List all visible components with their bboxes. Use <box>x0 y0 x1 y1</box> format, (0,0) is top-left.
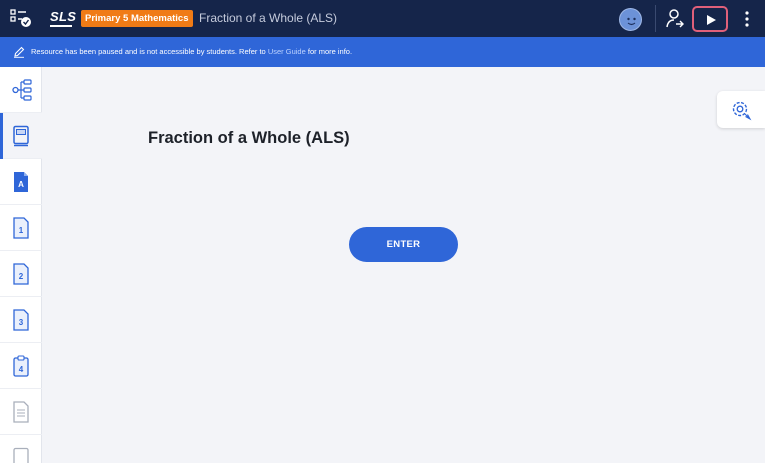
clipboard-4-icon: 4 <box>13 355 29 377</box>
tree-structure-icon <box>12 79 32 101</box>
pencil-icon <box>14 46 25 58</box>
logo-underline <box>50 25 72 27</box>
book-icon <box>13 125 29 147</box>
notice-text-before: Resource has been paused and is not acce… <box>31 47 266 56</box>
sidebar-item-cover[interactable] <box>0 113 42 159</box>
menu-checklist-icon[interactable] <box>10 8 32 28</box>
left-sidebar: A 1 2 3 4 <box>0 67 42 463</box>
sidebar-item-quiz-4[interactable]: 4 <box>0 343 42 389</box>
doc-lines-icon <box>13 401 29 423</box>
sidebar-item-resource[interactable] <box>0 389 42 435</box>
enter-button[interactable]: ENTER <box>349 227 458 262</box>
user-guide-link[interactable]: User Guide <box>268 47 306 56</box>
settings-floating-button[interactable] <box>717 91 765 128</box>
doc-3-icon: 3 <box>13 309 29 331</box>
user-avatar[interactable] <box>619 8 642 31</box>
share-user-icon[interactable] <box>663 7 685 29</box>
sidebar-item-activity-3[interactable]: 3 <box>0 297 42 343</box>
svg-text:4: 4 <box>19 365 24 374</box>
more-vertical-icon[interactable] <box>741 9 753 29</box>
svg-text:3: 3 <box>19 318 24 327</box>
lesson-title: Fraction of a Whole (ALS) <box>199 11 338 25</box>
svg-text:2: 2 <box>19 272 24 281</box>
doc-a-icon: A <box>14 172 28 192</box>
notice-text: Resource has been paused and is not acce… <box>31 37 352 67</box>
topbar-divider <box>655 5 656 32</box>
preview-play-button[interactable] <box>692 6 728 32</box>
sidebar-item-section-a[interactable]: A <box>0 159 42 205</box>
svg-text:1: 1 <box>19 226 24 235</box>
settings-gear-icon <box>732 101 752 121</box>
sidebar-item-blank[interactable] <box>0 435 42 463</box>
sidebar-item-structure[interactable] <box>0 67 42 113</box>
page-title: Fraction of a Whole (ALS) <box>148 129 350 147</box>
paused-notice-bar: Resource has been paused and is not acce… <box>0 37 765 67</box>
sidebar-item-activity-2[interactable]: 2 <box>0 251 42 297</box>
sls-logo: SLS <box>50 9 77 24</box>
doc-2-icon: 2 <box>13 263 29 285</box>
doc-1-icon: 1 <box>13 217 29 239</box>
top-bar: SLS Primary 5 Mathematics Fraction of a … <box>0 0 765 37</box>
notice-text-after: for more info. <box>307 47 353 56</box>
svg-text:A: A <box>18 180 24 189</box>
play-icon <box>707 15 716 25</box>
sidebar-item-activity-1[interactable]: 1 <box>0 205 42 251</box>
doc-blank-icon <box>13 447 29 463</box>
subject-badge: Primary 5 Mathematics <box>81 10 193 27</box>
